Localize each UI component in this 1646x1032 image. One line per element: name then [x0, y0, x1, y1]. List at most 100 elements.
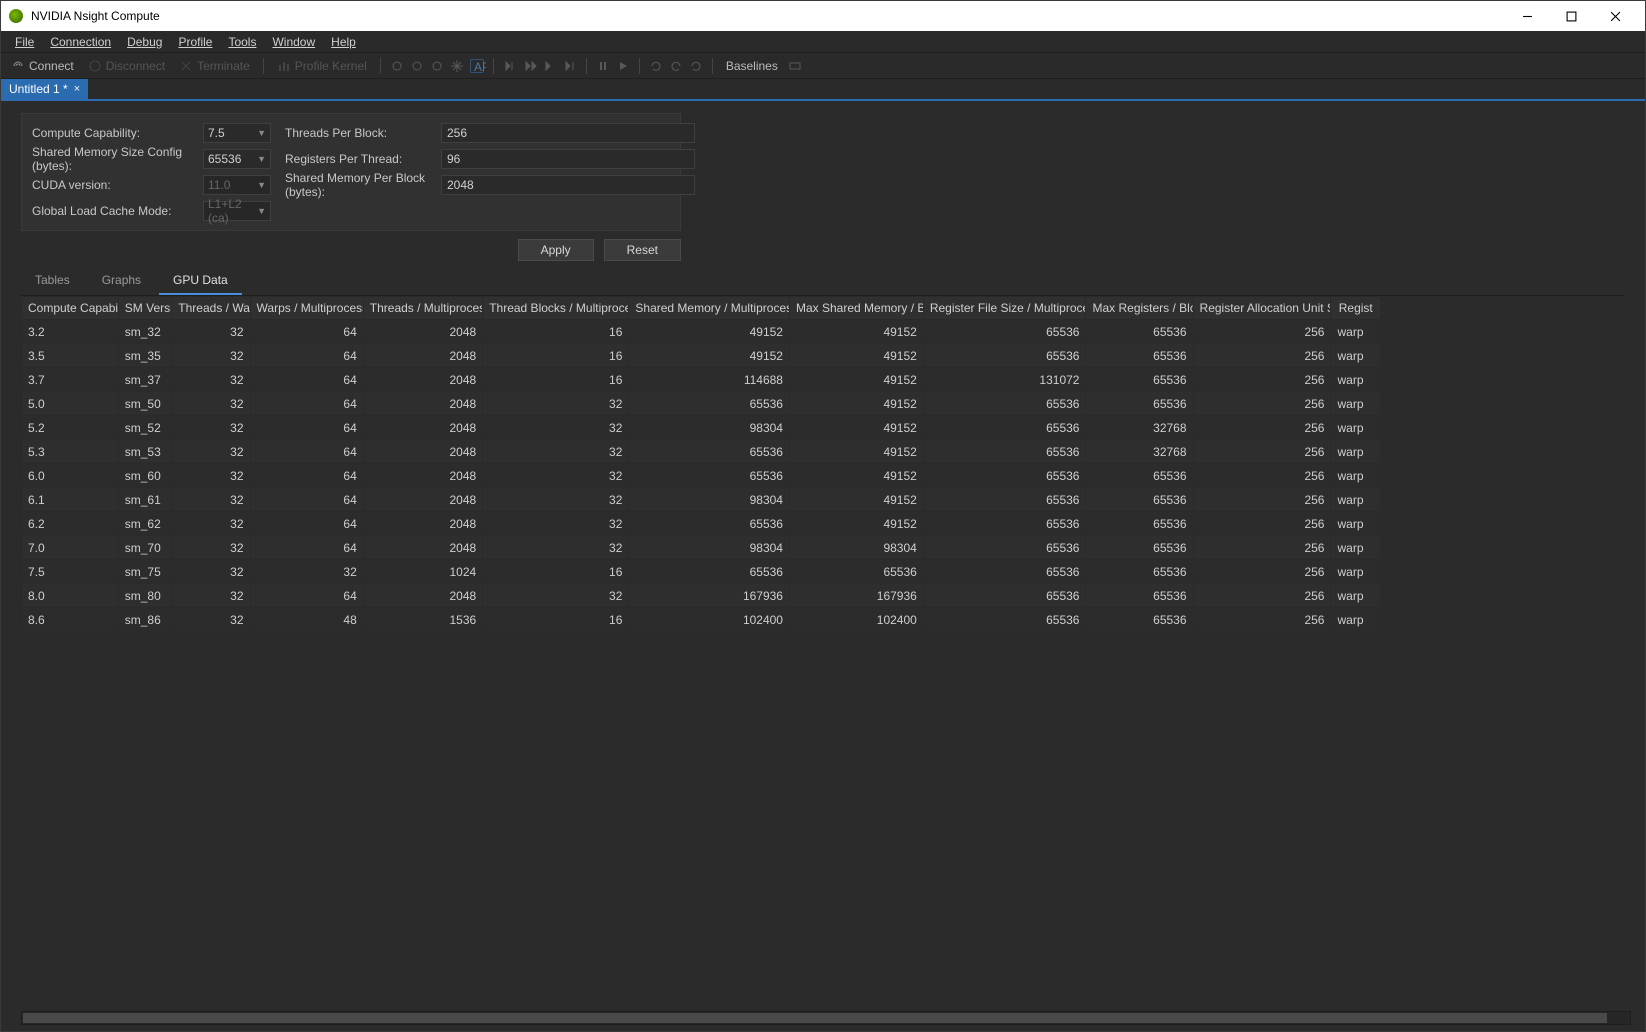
menu-connection[interactable]: Connection — [42, 33, 119, 51]
close-tab-icon[interactable]: × — [74, 83, 80, 95]
table-cell: 32 — [483, 416, 629, 440]
table-cell: 65536 — [1086, 536, 1193, 560]
tool-icon-3[interactable] — [430, 59, 444, 73]
table-row[interactable]: 3.7sm_3732642048161146884915213107265536… — [22, 368, 1381, 392]
table-cell: 32 — [172, 584, 250, 608]
table-header-cell[interactable]: Threads / Warp — [172, 297, 250, 320]
refresh-icon-3[interactable] — [689, 59, 703, 73]
baselines-icon[interactable] — [788, 59, 802, 73]
table-header-cell[interactable]: Register Allocation Unit Size — [1193, 297, 1331, 320]
menu-help[interactable]: Help — [323, 33, 364, 51]
connect-button[interactable]: Connect — [7, 57, 78, 75]
table-header-cell[interactable]: Max Shared Memory / Block — [789, 297, 923, 320]
horizontal-scrollbar[interactable] — [21, 1011, 1631, 1025]
threads-per-block-label: Threads Per Block: — [285, 126, 435, 140]
table-row[interactable]: 5.2sm_5232642048329830449152655363276825… — [22, 416, 1381, 440]
registers-per-thread-input[interactable]: 96 — [441, 149, 695, 169]
table-cell: 65536 — [1086, 320, 1193, 344]
api-icon[interactable]: API — [470, 59, 484, 73]
table-header-cell[interactable]: Compute Capability — [22, 297, 119, 320]
table-cell: 2048 — [363, 464, 482, 488]
table-header-cell[interactable]: Max Registers / Block — [1086, 297, 1193, 320]
table-cell: 49152 — [789, 392, 923, 416]
freeze-icon[interactable] — [450, 59, 464, 73]
table-row[interactable]: 7.5sm_7532321024166553665536655366553625… — [22, 560, 1381, 584]
shared-mem-per-block-input[interactable]: 2048 — [441, 175, 695, 195]
tab-gpu-data[interactable]: GPU Data — [159, 269, 242, 295]
compute-capability-select[interactable]: 7.5 ▼ — [203, 123, 271, 143]
table-row[interactable]: 6.1sm_6132642048329830449152655366553625… — [22, 488, 1381, 512]
table-header-cell[interactable]: Warps / Multiprocessor — [250, 297, 363, 320]
step-icon-2[interactable] — [523, 59, 537, 73]
registers-per-thread-label: Registers Per Thread: — [285, 152, 435, 166]
table-header-cell[interactable]: Thread Blocks / Multiprocessor — [483, 297, 629, 320]
menu-window[interactable]: Window — [264, 33, 323, 51]
table-cell: 1536 — [363, 608, 482, 632]
menu-debug[interactable]: Debug — [119, 33, 170, 51]
table-header-cell[interactable]: Threads / Multiprocessor — [363, 297, 482, 320]
table-cell: 256 — [1193, 416, 1331, 440]
table-cell: 32 — [483, 584, 629, 608]
step-icon-1[interactable] — [503, 59, 517, 73]
global-load-cache-select: L1+L2 (ca) ▼ — [203, 201, 271, 221]
table-cell: 32 — [172, 368, 250, 392]
table-cell: 167936 — [789, 584, 923, 608]
app-logo-icon — [9, 9, 23, 23]
table-cell: sm_86 — [118, 608, 172, 632]
minimize-button[interactable] — [1505, 2, 1549, 30]
table-row[interactable]: 7.0sm_7032642048329830498304655366553625… — [22, 536, 1381, 560]
table-cell: warp — [1331, 344, 1381, 368]
table-cell: 131072 — [923, 368, 1086, 392]
table-cell: 256 — [1193, 368, 1331, 392]
baselines-button[interactable]: Baselines — [722, 57, 782, 75]
play-icon[interactable] — [616, 59, 630, 73]
close-button[interactable] — [1593, 2, 1637, 30]
scrollbar-thumb[interactable] — [23, 1013, 1607, 1023]
pause-icon[interactable] — [596, 59, 610, 73]
table-cell: 49152 — [789, 488, 923, 512]
step-icon-3[interactable] — [543, 59, 557, 73]
table-row[interactable]: 5.0sm_5032642048326553649152655366553625… — [22, 392, 1381, 416]
chevron-down-icon: ▼ — [257, 154, 266, 164]
table-row[interactable]: 8.0sm_8032642048321679361679366553665536… — [22, 584, 1381, 608]
table-row[interactable]: 6.0sm_6032642048326553649152655366553625… — [22, 464, 1381, 488]
table-row[interactable]: 3.5sm_3532642048164915249152655366553625… — [22, 344, 1381, 368]
table-cell: 6.0 — [22, 464, 119, 488]
tab-tables[interactable]: Tables — [21, 269, 84, 295]
table-cell: 32 — [172, 416, 250, 440]
table-cell: 64 — [250, 416, 363, 440]
app-window: NVIDIA Nsight Compute File Connection De… — [0, 0, 1646, 1032]
reset-button[interactable]: Reset — [604, 239, 681, 261]
table-header-cell[interactable]: Shared Memory / Multiprocessor — [629, 297, 790, 320]
threads-per-block-input[interactable]: 256 — [441, 123, 695, 143]
menu-tools[interactable]: Tools — [220, 33, 264, 51]
table-row[interactable]: 6.2sm_6232642048326553649152655366553625… — [22, 512, 1381, 536]
tab-graphs[interactable]: Graphs — [88, 269, 155, 295]
table-row[interactable]: 8.6sm_8632481536161024001024006553665536… — [22, 608, 1381, 632]
toolbar-separator — [586, 58, 587, 74]
tool-icon-1[interactable] — [390, 59, 404, 73]
table-row[interactable]: 5.3sm_5332642048326553649152655363276825… — [22, 440, 1381, 464]
step-icon-4[interactable] — [563, 59, 577, 73]
gpu-data-table-wrap[interactable]: Compute CapabilitySM VersionThreads / Wa… — [21, 296, 1631, 1005]
table-header-cell[interactable]: Register File Size / Multiprocessor — [923, 297, 1086, 320]
refresh-icon-2[interactable] — [669, 59, 683, 73]
shared-mem-per-block-label: Shared Memory Per Block (bytes): — [285, 171, 435, 199]
window-controls — [1505, 2, 1637, 30]
table-header-cell[interactable]: SM Version — [118, 297, 172, 320]
table-cell: 32768 — [1086, 440, 1193, 464]
table-cell: 16 — [483, 368, 629, 392]
tool-icon-2[interactable] — [410, 59, 424, 73]
table-row[interactable]: 3.2sm_3232642048164915249152655366553625… — [22, 320, 1381, 344]
button-row: Apply Reset — [21, 239, 681, 261]
apply-button[interactable]: Apply — [518, 239, 594, 261]
maximize-button[interactable] — [1549, 2, 1593, 30]
table-header-cell[interactable]: Regist — [1331, 297, 1381, 320]
menu-file[interactable]: File — [7, 33, 42, 51]
table-cell: warp — [1331, 608, 1381, 632]
terminate-icon — [179, 59, 193, 73]
refresh-icon-1[interactable] — [649, 59, 663, 73]
shared-mem-config-select[interactable]: 65536 ▼ — [203, 149, 271, 169]
menu-profile[interactable]: Profile — [170, 33, 220, 51]
document-tab[interactable]: Untitled 1 * × — [1, 79, 88, 99]
